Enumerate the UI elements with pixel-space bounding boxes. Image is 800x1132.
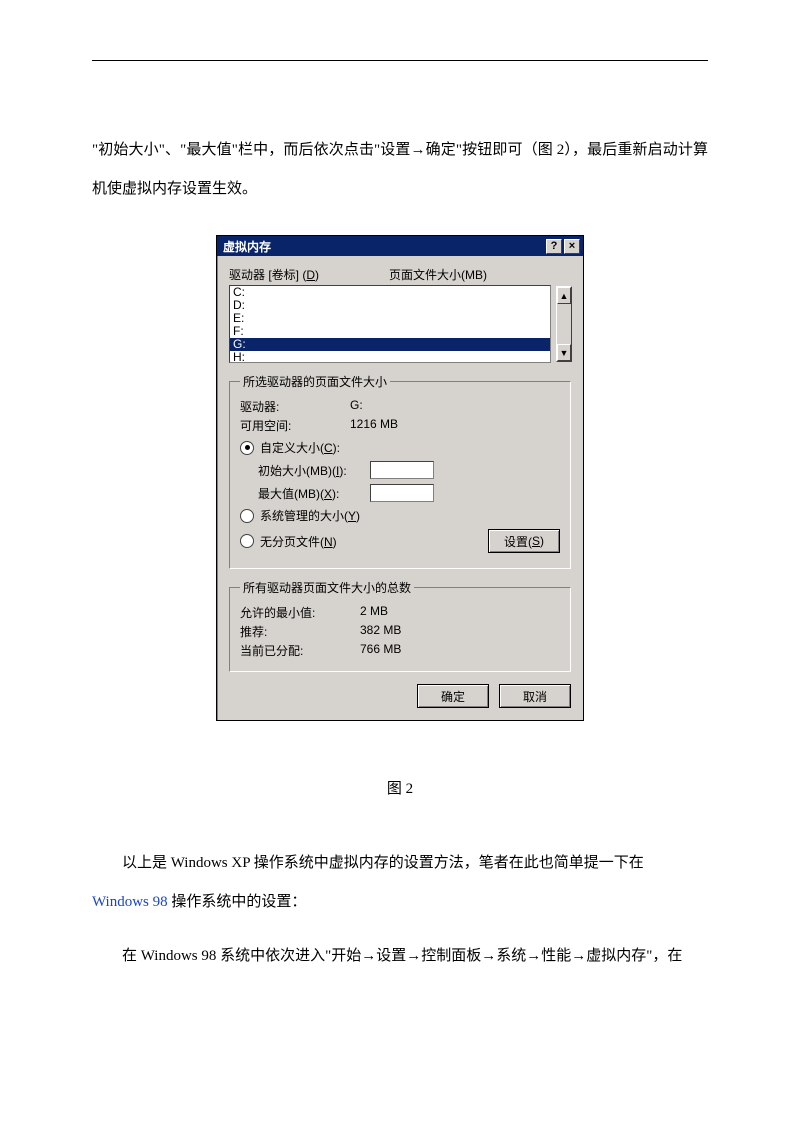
set-button[interactable]: 设置(S) — [488, 529, 560, 553]
initial-size-input[interactable] — [370, 461, 434, 479]
rec-value: 382 MB — [360, 623, 401, 640]
radio-icon[interactable] — [240, 534, 254, 548]
radio-icon[interactable] — [240, 509, 254, 523]
virtual-memory-dialog: 虚拟内存 ? × 驱动器 [卷标] (D) 页面文件大小(MB) C: D: E… — [216, 235, 584, 721]
drive-list[interactable]: C: D: E: F: G: H: — [229, 285, 551, 363]
dialog-titlebar[interactable]: 虚拟内存 ? × — [217, 236, 583, 256]
rec-label: 推荐: — [240, 623, 360, 640]
cancel-button[interactable]: 取消 — [499, 684, 571, 708]
free-space-label: 可用空间: — [240, 417, 350, 434]
drive-label: 驱动器: — [240, 398, 350, 415]
radio-icon[interactable] — [240, 441, 254, 455]
followup-paragraph-2: 在 Windows 98 系统中依次进入"开始→设置→控制面板→系统→性能→虚拟… — [92, 937, 708, 976]
max-size-input[interactable] — [370, 484, 434, 502]
ok-button[interactable]: 确定 — [417, 684, 489, 708]
drive-list-header: 驱动器 [卷标] (D) 页面文件大小(MB) — [229, 266, 571, 283]
help-button[interactable]: ? — [546, 239, 562, 254]
scrollbar[interactable]: ▲ ▼ — [556, 286, 572, 362]
selected-drive-group: 所选驱动器的页面文件大小 驱动器:G: 可用空间:1216 MB 自定义大小(C… — [229, 373, 571, 569]
max-size-label: 最大值(MB)(X): — [240, 485, 370, 502]
drive-value: G: — [350, 398, 363, 415]
col-drive-label: 驱动器 [卷标] (D) — [229, 266, 389, 283]
close-button[interactable]: × — [564, 239, 580, 254]
list-item[interactable]: E: — [230, 312, 550, 325]
list-item[interactable]: D: — [230, 299, 550, 312]
scroll-up-icon[interactable]: ▲ — [557, 287, 571, 304]
initial-size-label: 初始大小(MB)(I): — [240, 462, 370, 479]
cur-value: 766 MB — [360, 642, 401, 659]
list-item-selected[interactable]: G: — [230, 338, 550, 351]
selected-drive-legend: 所选驱动器的页面文件大小 — [240, 373, 390, 390]
totals-legend: 所有驱动器页面文件大小的总数 — [240, 579, 414, 596]
min-label: 允许的最小值: — [240, 604, 360, 621]
totals-group: 所有驱动器页面文件大小的总数 允许的最小值:2 MB 推荐:382 MB 当前已… — [229, 579, 571, 672]
col-size-label: 页面文件大小(MB) — [389, 266, 571, 283]
min-value: 2 MB — [360, 604, 388, 621]
cur-label: 当前已分配: — [240, 642, 360, 659]
free-space-value: 1216 MB — [350, 417, 398, 434]
figure-caption: 图 2 — [92, 777, 708, 798]
list-item[interactable]: H: — [230, 351, 550, 363]
followup-paragraph-1: 以上是 Windows XP 操作系统中虚拟内存的设置方法，笔者在此也简单提一下… — [92, 844, 708, 922]
dialog-title: 虚拟内存 — [223, 238, 544, 255]
windows-98-link[interactable]: Windows 98 — [92, 894, 168, 910]
radio-custom-size[interactable]: 自定义大小(C): — [240, 439, 560, 456]
top-rule — [92, 60, 708, 61]
scroll-down-icon[interactable]: ▼ — [557, 344, 571, 361]
intro-paragraph: "初始大小"、"最大值"栏中，而后依次点击"设置→确定"按钮即可（图 2），最后… — [92, 131, 708, 209]
radio-no-paging[interactable]: 无分页文件(N) — [240, 533, 337, 550]
list-item[interactable]: C: — [230, 286, 550, 299]
list-item[interactable]: F: — [230, 325, 550, 338]
radio-system-managed[interactable]: 系统管理的大小(Y) — [240, 507, 560, 524]
